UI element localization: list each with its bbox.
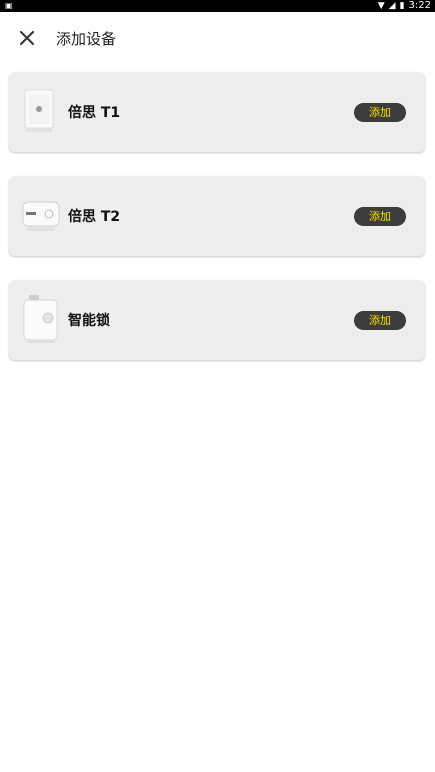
close-icon [20,31,34,45]
t2-device-image [22,201,60,231]
status-bar: ▣ ▼ ◢ ▮ 3:22 [0,0,435,12]
device-name: 倍思 T2 [68,209,121,225]
add-t1-button[interactable]: 添加 [354,103,406,122]
top-app-bar: 添加设备 [0,12,435,62]
device-card-smart-lock[interactable]: 智能锁 添加 [9,280,425,360]
add-smart-lock-button[interactable]: 添加 [354,311,406,330]
status-time: 3:22 [408,0,431,11]
wifi-icon: ▼ [377,1,385,11]
device-card-t2[interactable]: 倍思 T2 添加 [9,176,425,256]
page-title: 添加设备 [56,30,117,48]
close-button[interactable] [15,26,39,50]
add-t2-button[interactable]: 添加 [354,207,406,226]
battery-icon: ▮ [399,1,405,11]
t1-device-image [24,89,54,132]
device-card-t1[interactable]: 倍思 T1 添加 [9,72,425,152]
status-icons: ▼ ◢ ▮ 3:22 [378,0,431,12]
smart-lock-device-image [23,295,58,343]
android-notification-icon: ▣ [5,1,13,10]
device-name: 智能锁 [68,313,110,329]
signal-icon: ◢ [388,1,396,11]
device-name: 倍思 T1 [68,105,121,121]
